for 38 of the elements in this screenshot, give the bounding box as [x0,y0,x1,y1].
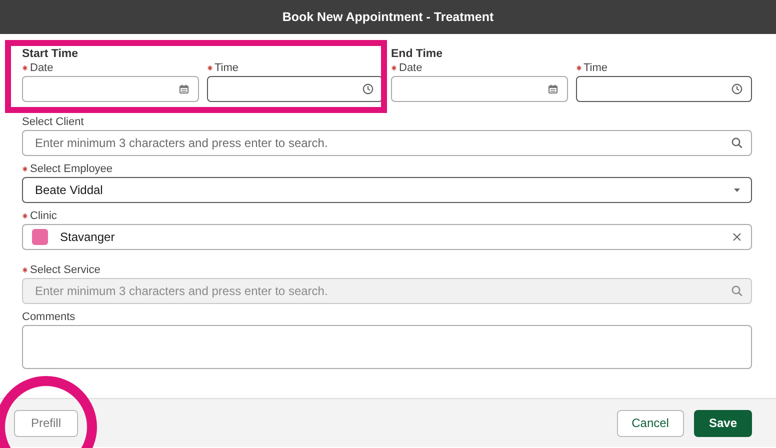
employee-dropdown[interactable]: Beate Viddal [22,177,752,203]
required-asterisk-icon [22,65,28,71]
field-label: Date [399,62,422,74]
calendar-icon [546,83,558,95]
field-label: Clinic [30,210,57,222]
search-icon [731,137,743,149]
calendar-icon [178,83,190,95]
required-asterisk-icon [22,267,28,273]
required-asterisk-icon [391,65,397,71]
clear-icon [731,231,743,243]
field-label: Select Client [22,116,84,128]
window-title: Book New Appointment - Treatment [282,10,494,24]
clock-icon [362,83,374,95]
required-asterisk-icon [22,213,28,219]
field-label: Date [30,62,54,74]
field-label: Select Employee [30,163,113,175]
field-label: Comments [22,311,76,323]
required-asterisk-icon [22,166,28,172]
date-input[interactable] [391,76,568,102]
clock-icon [731,83,743,95]
cancel-button[interactable]: Cancel [616,410,684,436]
search-field[interactable]: Enter minimum 3 characters and press enter to search. [22,130,752,156]
field-label: Select Service [30,264,100,276]
section-title: Start Time [22,48,80,61]
field-label: Time [214,62,239,74]
search-icon [731,285,743,297]
required-asterisk-icon [576,65,582,71]
comments-textarea[interactable] [22,325,752,369]
lookup-field[interactable]: Stavanger [22,224,752,250]
required-asterisk-icon [206,65,212,71]
prefill-button[interactable]: Prefill [14,410,78,436]
section-title: End Time [391,48,444,61]
date-input[interactable] [22,76,198,102]
field-label: Time [584,62,608,74]
clinic-icon [32,229,48,245]
time-input[interactable] [206,76,383,102]
time-input[interactable] [576,76,752,102]
save-button[interactable]: Save [694,410,752,436]
